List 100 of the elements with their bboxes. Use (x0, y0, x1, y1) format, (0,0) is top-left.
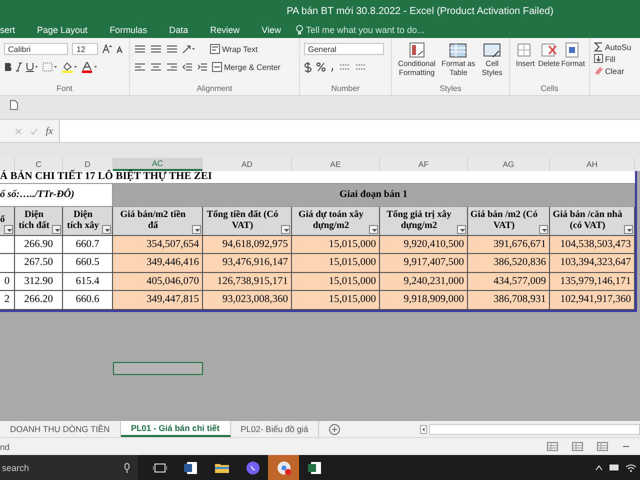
table-cell: 0 (0, 272, 15, 292)
scroll-left-icon[interactable] (420, 424, 427, 434)
clear-button[interactable]: Clear (594, 66, 636, 76)
table-cell: 103,394,323,647 (550, 254, 635, 273)
merge-icon[interactable] (212, 62, 222, 72)
ribbon-tab[interactable]: Data (158, 25, 200, 35)
status-text: nd (0, 442, 10, 452)
lightbulb-icon[interactable] (296, 25, 303, 35)
table-cell: 660.5 (63, 254, 113, 273)
number-format-dropdown[interactable]: General (304, 43, 384, 55)
table-cell: 312.90 (15, 272, 63, 292)
filter-dropdown-icon[interactable] (539, 224, 548, 234)
font-size-dropdown[interactable]: 12 (72, 43, 98, 55)
ribbon-tab[interactable]: Formulas (98, 25, 158, 35)
page-break-icon[interactable] (597, 442, 608, 451)
table-cell: 102,941,917,360 (550, 291, 635, 310)
battery-icon[interactable] (609, 464, 620, 471)
underline-icon[interactable] (26, 62, 38, 72)
percent-icon[interactable] (316, 62, 326, 72)
table-cell: 267.50 (15, 254, 63, 273)
align-left-icon[interactable] (134, 62, 146, 72)
wrap-text-icon[interactable] (210, 44, 220, 54)
orientation-icon[interactable] (182, 44, 196, 54)
group-label: Alignment (196, 84, 232, 93)
document-number: ố số:…../TTr-ĐÔ) (0, 184, 113, 207)
fill-color-icon[interactable] (62, 62, 78, 72)
ribbon-tab[interactable]: sert (0, 25, 26, 35)
add-sheet-icon[interactable] (329, 424, 340, 434)
task-view-icon[interactable] (152, 460, 166, 474)
decrease-indent-icon[interactable] (182, 62, 193, 72)
bold-icon[interactable] (4, 62, 12, 72)
shrink-font-icon[interactable] (116, 44, 125, 54)
increase-indent-icon[interactable] (197, 62, 208, 72)
table-cell: 266.20 (15, 291, 63, 310)
cell-brush-icon[interactable] (483, 42, 502, 58)
table-cell: 349,446,416 (113, 254, 203, 273)
ribbon-tab[interactable]: View (250, 25, 292, 35)
group-label: Cells (540, 84, 558, 93)
fill-down-icon[interactable] (594, 54, 603, 64)
filter-dropdown-icon[interactable] (4, 224, 13, 234)
tell-me-field[interactable]: Tell me what you want to do... (306, 25, 425, 35)
align-top-icon[interactable] (134, 44, 146, 54)
merge-center-button[interactable]: Merge & Center (212, 62, 280, 72)
chevron-up-icon[interactable] (595, 464, 603, 470)
search-field[interactable]: search (2, 462, 30, 472)
sheet-tab[interactable]: PL02- Biểu đồ giá (230, 421, 320, 437)
align-right-icon[interactable] (166, 62, 178, 72)
column-header[interactable]: AC (113, 158, 203, 171)
column-heading: Giá bán /căn nhà (có VAT) (552, 210, 623, 232)
chat-bubble-icon[interactable] (246, 460, 260, 474)
sigma-icon[interactable] (594, 42, 603, 52)
currency-icon[interactable] (304, 62, 312, 72)
column-heading: ố (0, 215, 5, 226)
wifi-icon[interactable] (626, 464, 636, 472)
ribbon-tab[interactable]: Page Layout (26, 25, 99, 35)
table-cell: 9,240,231,000 (380, 272, 468, 292)
normal-view-icon[interactable] (547, 442, 558, 451)
browser-icon[interactable] (276, 460, 290, 474)
align-center-icon[interactable] (150, 62, 162, 72)
filter-dropdown-icon[interactable] (369, 224, 378, 234)
font-color-icon[interactable] (82, 62, 98, 72)
group-label: Number (331, 84, 360, 93)
grid-cross-icon[interactable] (540, 42, 558, 58)
table-cell: 15,015,000 (292, 291, 380, 310)
wrap-text-button[interactable]: Wrap Text (210, 44, 258, 54)
filter-dropdown-icon[interactable] (192, 224, 201, 234)
grow-font-icon[interactable] (102, 44, 112, 54)
table-cell: 386,520,836 (468, 254, 550, 273)
table-cell: 104,538,503,473 (550, 236, 635, 254)
word-icon[interactable] (184, 460, 198, 474)
align-middle-icon[interactable] (150, 44, 162, 54)
page-layout-icon[interactable] (572, 442, 583, 451)
filter-dropdown-icon[interactable] (52, 224, 61, 234)
document-icon[interactable] (10, 100, 18, 110)
column-heading: Diện tích đất (18, 210, 50, 232)
excel-icon[interactable] (308, 460, 322, 474)
filter-dropdown-icon[interactable] (457, 224, 466, 234)
filter-dropdown-icon[interactable] (624, 224, 633, 234)
function-button[interactable]: fx (46, 126, 53, 136)
italic-icon[interactable] (16, 62, 22, 72)
table-icon[interactable] (449, 42, 468, 58)
microphone-icon[interactable] (124, 462, 130, 472)
sheet-tab[interactable]: PL01 - Giá bán chi tiết (120, 421, 231, 437)
align-bottom-icon[interactable] (166, 44, 178, 54)
filter-dropdown-icon[interactable] (102, 224, 111, 234)
filter-dropdown-icon[interactable] (281, 224, 290, 234)
ribbon-tab[interactable]: Review (199, 25, 251, 35)
check-icon[interactable] (30, 128, 38, 134)
decrease-decimal-icon[interactable] (355, 62, 367, 72)
table-cell (0, 254, 15, 273)
autosum-button[interactable]: AutoSu (594, 42, 636, 52)
table-cell: 391,676,671 (468, 236, 550, 254)
column-heading: Diện tích xây (66, 210, 100, 232)
fill-button[interactable]: Fill (594, 54, 636, 64)
font-name-dropdown[interactable]: Calibri (4, 43, 68, 55)
table-cell: 135,979,146,171 (550, 272, 635, 292)
table-cell: 434,577,009 (468, 272, 550, 292)
chart-table-icon[interactable] (408, 42, 426, 58)
increase-decimal-icon[interactable] (339, 62, 351, 72)
horizontal-scrollbar[interactable] (429, 424, 640, 434)
